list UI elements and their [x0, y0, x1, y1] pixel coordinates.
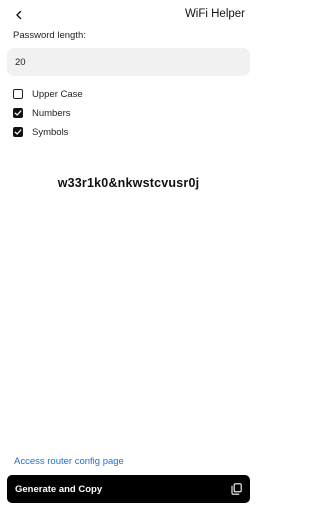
upper-case-checkbox[interactable]: [13, 89, 23, 99]
back-arrow-icon: [16, 10, 22, 20]
generated-password: w33r1k0&nkwstcvusr0j: [57, 176, 200, 190]
copy-icon: [230, 483, 242, 495]
upper-case-label: Upper Case: [32, 88, 83, 100]
back-button[interactable]: [10, 6, 28, 24]
generate-button-label: Generate and Copy: [15, 483, 103, 495]
symbols-checkbox[interactable]: [13, 127, 23, 137]
wifi-helper-screen: WiFi Helper Password length: Upper Case …: [0, 0, 257, 512]
password-length-input[interactable]: [7, 48, 250, 76]
option-numbers[interactable]: Numbers: [13, 106, 71, 120]
numbers-checkbox[interactable]: [13, 108, 23, 118]
generate-and-copy-button[interactable]: Generate and Copy: [7, 475, 250, 503]
symbols-label: Symbols: [32, 126, 69, 138]
app-title: WiFi Helper: [184, 8, 245, 20]
router-config-link[interactable]: Access router config page: [14, 456, 124, 467]
numbers-label: Numbers: [32, 107, 71, 119]
option-symbols[interactable]: Symbols: [13, 125, 68, 139]
top-bar: WiFi Helper: [0, 0, 257, 30]
option-upper-case[interactable]: Upper Case: [13, 87, 83, 101]
password-length-label: Password length:: [13, 30, 86, 41]
